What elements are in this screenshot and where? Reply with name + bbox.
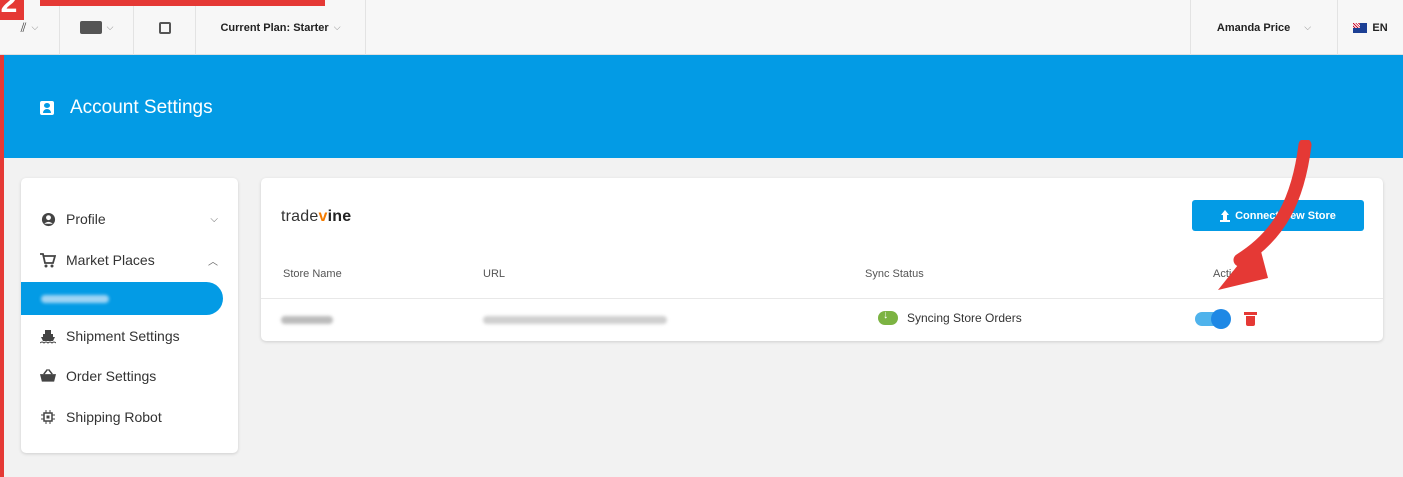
column-header-sync-status: Sync Status (865, 268, 924, 280)
user-name: Amanda Price (1216, 21, 1291, 34)
language-code: EN (1372, 21, 1388, 34)
truck-icon (79, 21, 102, 34)
settings-sidebar: Profile ⌵ Market Places ︿ Shipment Setti… (21, 178, 238, 453)
logo-text: trade (281, 208, 319, 225)
annotation-arrow (1218, 140, 1312, 290)
shipping-menu[interactable]: ⌵ (60, 0, 134, 55)
robot-menu[interactable] (134, 0, 196, 55)
cloud-download-icon (878, 309, 898, 325)
sidebar-item-label: Order Settings (66, 368, 157, 384)
table-row: Syncing Store Orders (261, 299, 1383, 341)
delete-store-button[interactable] (1244, 312, 1257, 326)
column-header-store-name: Store Name (283, 268, 342, 280)
sidebar-item-market-places[interactable]: Market Places ︿ (21, 240, 238, 280)
robot-chip-icon (158, 21, 171, 34)
chevron-down-icon: ⌵ (31, 22, 39, 32)
page-title-text: Account Settings (70, 97, 213, 118)
sidebar-item-label: Market Places (66, 252, 155, 268)
sidebar-item-profile[interactable]: Profile ⌵ (21, 199, 238, 239)
user-circle-icon (40, 211, 56, 227)
redacted-url (483, 316, 667, 324)
top-navigation-bar: ⫽ ⌵ ⌵ Current Plan: Starter ⌵ Amanda Pri… (0, 0, 1403, 55)
robot-chip-icon (40, 409, 56, 425)
sidebar-subitem-active[interactable] (21, 282, 223, 315)
annotation-frame-left (0, 55, 4, 477)
plan-selector[interactable]: Current Plan: Starter ⌵ (196, 0, 366, 55)
plan-label: Current Plan: Starter (220, 21, 329, 34)
logo-accent: v (318, 208, 328, 225)
step-badge: 2 (0, 0, 24, 20)
sync-status-text: Syncing Store Orders (907, 311, 1022, 325)
tradevine-logo: tradevine (281, 208, 351, 226)
page-title: Account Settings (40, 97, 213, 119)
sync-status: Syncing Store Orders (878, 309, 1022, 325)
basket-icon (40, 368, 56, 384)
toggle-knob (1211, 309, 1231, 329)
flag-icon (1353, 22, 1368, 33)
sidebar-item-label: Profile (66, 211, 106, 227)
sidebar-item-shipping-robot[interactable]: Shipping Robot (21, 397, 238, 437)
chevron-up-icon: ︿ (208, 256, 218, 268)
user-menu[interactable]: Amanda Price ⌵ (1190, 0, 1338, 55)
sidebar-item-label: Shipping Robot (66, 409, 162, 425)
chevron-down-icon: ⌵ (333, 22, 341, 32)
logo-text-bold: ine (327, 208, 352, 225)
trash-icon (1244, 312, 1257, 315)
trash-icon-body (1246, 316, 1255, 326)
cart-icon (40, 252, 56, 268)
account-box-icon (40, 101, 54, 115)
ship-icon (40, 328, 56, 344)
annotation-bar (40, 0, 325, 6)
redacted-store-name (41, 295, 109, 303)
store-active-toggle[interactable] (1195, 309, 1231, 329)
language-selector[interactable]: EN (1338, 0, 1403, 55)
column-header-url: URL (483, 268, 506, 280)
chart-icon: ⫽ (20, 19, 27, 35)
chevron-down-icon: ⌵ (210, 213, 218, 225)
chevron-down-icon: ⌵ (106, 22, 114, 32)
sidebar-item-shipment-settings[interactable]: Shipment Settings (21, 316, 238, 356)
sidebar-item-order-settings[interactable]: Order Settings (21, 356, 238, 396)
redacted-store-name (281, 316, 333, 324)
chevron-down-icon: ⌵ (1304, 22, 1312, 32)
sidebar-item-label: Shipment Settings (66, 328, 180, 344)
